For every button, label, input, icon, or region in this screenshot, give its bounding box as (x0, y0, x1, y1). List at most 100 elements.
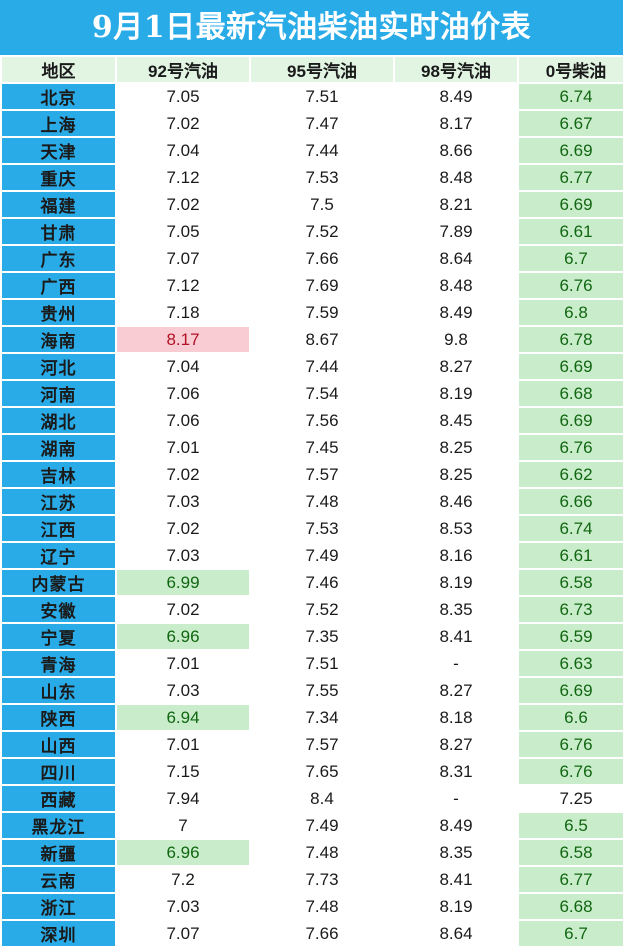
price-cell-gasoline-98: - (395, 786, 517, 811)
price-cell-gasoline-98: 8.53 (395, 516, 517, 541)
table-body: 北京 7.05 7.51 8.49 6.74 上海 7.02 7.47 8.17 6.67 天津 7.… (2, 84, 623, 946)
table-row: 西藏 7.94 8.4-7.25 (2, 786, 623, 811)
region-cell: 重庆 (2, 165, 115, 190)
region-cell: 安徽 (2, 597, 115, 622)
price-cell-gasoline-95: 7.35 (251, 624, 393, 649)
region-cell: 山东 (2, 678, 115, 703)
table-row: 安徽 7.02 7.52 8.35 6.73 (2, 597, 623, 622)
price-cell-diesel-0: 6.68 (519, 894, 623, 919)
region-cell: 江苏 (2, 489, 115, 514)
price-cell-gasoline-92: 7.02 (117, 192, 249, 217)
price-cell-gasoline-95: 7.5 (251, 192, 393, 217)
price-cell-gasoline-95: 8.4 (251, 786, 393, 811)
table-row: 辽宁 7.03 7.49 8.16 6.61 (2, 543, 623, 568)
price-cell-gasoline-98: 8.27 (395, 732, 517, 757)
price-cell-gasoline-92: 7.03 (117, 678, 249, 703)
price-cell-gasoline-92: 7.94 (117, 786, 249, 811)
table-row: 北京 7.05 7.51 8.49 6.74 (2, 84, 623, 109)
price-cell-gasoline-98: 8.35 (395, 840, 517, 865)
oil-price-table-page: 9月1日最新汽油柴油实时油价表 地区 92号汽油 95号汽油 98号汽油 0号柴… (0, 0, 623, 948)
price-cell-gasoline-98: 8.64 (395, 921, 517, 946)
price-cell-gasoline-98: 8.31 (395, 759, 517, 784)
price-cell-gasoline-98: 8.19 (395, 381, 517, 406)
page-title: 9月1日最新汽油柴油实时油价表 (91, 9, 532, 45)
price-cell-diesel-0: 6.69 (519, 408, 623, 433)
oil-price-table: 地区 92号汽油 95号汽油 98号汽油 0号柴油 北京 7.05 7.51 8.49… (0, 55, 623, 948)
price-cell-diesel-0: 6.67 (519, 111, 623, 136)
table-row: 河北 7.04 7.44 8.27 6.69 (2, 354, 623, 379)
price-cell-gasoline-98: 9.8 (395, 327, 517, 352)
price-cell-gasoline-95: 7.34 (251, 705, 393, 730)
price-cell-diesel-0: 6.74 (519, 84, 623, 109)
price-cell-diesel-0: 6.58 (519, 840, 623, 865)
region-cell: 内蒙古 (2, 570, 115, 595)
region-cell: 江西 (2, 516, 115, 541)
price-cell-gasoline-95: 7.66 (251, 921, 393, 946)
price-cell-gasoline-98: 8.21 (395, 192, 517, 217)
price-cell-gasoline-95: 7.53 (251, 516, 393, 541)
price-cell-gasoline-92: 7.2 (117, 867, 249, 892)
price-cell-gasoline-95: 7.48 (251, 489, 393, 514)
price-cell-gasoline-92: 7.02 (117, 462, 249, 487)
price-cell-gasoline-95: 7.48 (251, 840, 393, 865)
price-cell-diesel-0: 6.63 (519, 651, 623, 676)
price-cell-gasoline-95: 7.54 (251, 381, 393, 406)
column-header-gasoline-92: 92号汽油 (117, 57, 249, 82)
price-cell-gasoline-98: 8.49 (395, 300, 517, 325)
table-row: 四川 7.15 7.65 8.31 6.76 (2, 759, 623, 784)
table-row: 贵州 7.18 7.59 8.49 6.8 (2, 300, 623, 325)
price-cell-gasoline-92: 7.06 (117, 408, 249, 433)
price-cell-diesel-0: 6.61 (519, 219, 623, 244)
region-cell: 青海 (2, 651, 115, 676)
region-cell: 宁夏 (2, 624, 115, 649)
column-header-diesel-0: 0号柴油 (519, 57, 623, 82)
column-header-region: 地区 (2, 57, 115, 82)
price-cell-gasoline-98: 8.35 (395, 597, 517, 622)
table-row: 湖南 7.01 7.45 8.25 6.76 (2, 435, 623, 460)
table-row: 青海 7.01 7.51-6.63 (2, 651, 623, 676)
price-cell-diesel-0: 7.25 (519, 786, 623, 811)
price-cell-gasoline-92: 7.02 (117, 597, 249, 622)
table-row: 山东 7.03 7.55 8.27 6.69 (2, 678, 623, 703)
page-title-bar: 9月1日最新汽油柴油实时油价表 (0, 0, 623, 55)
price-cell-gasoline-98: 8.25 (395, 462, 517, 487)
table-header-row: 地区 92号汽油 95号汽油 98号汽油 0号柴油 (2, 57, 623, 82)
price-cell-diesel-0: 6.59 (519, 624, 623, 649)
price-cell-diesel-0: 6.77 (519, 165, 623, 190)
price-cell-gasoline-95: 7.48 (251, 894, 393, 919)
price-cell-gasoline-98: 8.41 (395, 624, 517, 649)
price-cell-gasoline-98: 8.25 (395, 435, 517, 460)
price-cell-diesel-0: 6.78 (519, 327, 623, 352)
price-cell-diesel-0: 6.77 (519, 867, 623, 892)
price-cell-gasoline-98: 8.64 (395, 246, 517, 271)
price-cell-gasoline-92: 7.01 (117, 651, 249, 676)
price-cell-gasoline-92: 7 (117, 813, 249, 838)
price-cell-diesel-0: 6.69 (519, 678, 623, 703)
region-cell: 浙江 (2, 894, 115, 919)
table-row: 天津 7.04 7.44 8.66 6.69 (2, 138, 623, 163)
price-cell-gasoline-98: - (395, 651, 517, 676)
price-cell-gasoline-95: 7.44 (251, 354, 393, 379)
price-cell-gasoline-98: 8.48 (395, 273, 517, 298)
table-row: 吉林 7.02 7.57 8.25 6.62 (2, 462, 623, 487)
price-cell-gasoline-92: 7.05 (117, 84, 249, 109)
table-row: 内蒙古 6.99 7.46 8.19 6.58 (2, 570, 623, 595)
price-cell-gasoline-92: 6.99 (117, 570, 249, 595)
price-cell-gasoline-95: 7.73 (251, 867, 393, 892)
price-cell-diesel-0: 6.69 (519, 192, 623, 217)
price-cell-gasoline-95: 7.55 (251, 678, 393, 703)
region-cell: 湖北 (2, 408, 115, 433)
price-cell-gasoline-98: 8.49 (395, 84, 517, 109)
price-cell-diesel-0: 6.6 (519, 705, 623, 730)
price-cell-diesel-0: 6.8 (519, 300, 623, 325)
table-row: 广东 7.07 7.66 8.64 6.7 (2, 246, 623, 271)
price-cell-gasoline-92: 7.01 (117, 732, 249, 757)
region-cell: 贵州 (2, 300, 115, 325)
region-cell: 河南 (2, 381, 115, 406)
price-cell-gasoline-98: 8.46 (395, 489, 517, 514)
table-header: 地区 92号汽油 95号汽油 98号汽油 0号柴油 (2, 57, 623, 82)
region-cell: 湖南 (2, 435, 115, 460)
price-cell-diesel-0: 6.76 (519, 732, 623, 757)
price-cell-gasoline-95: 7.57 (251, 462, 393, 487)
region-cell: 西藏 (2, 786, 115, 811)
